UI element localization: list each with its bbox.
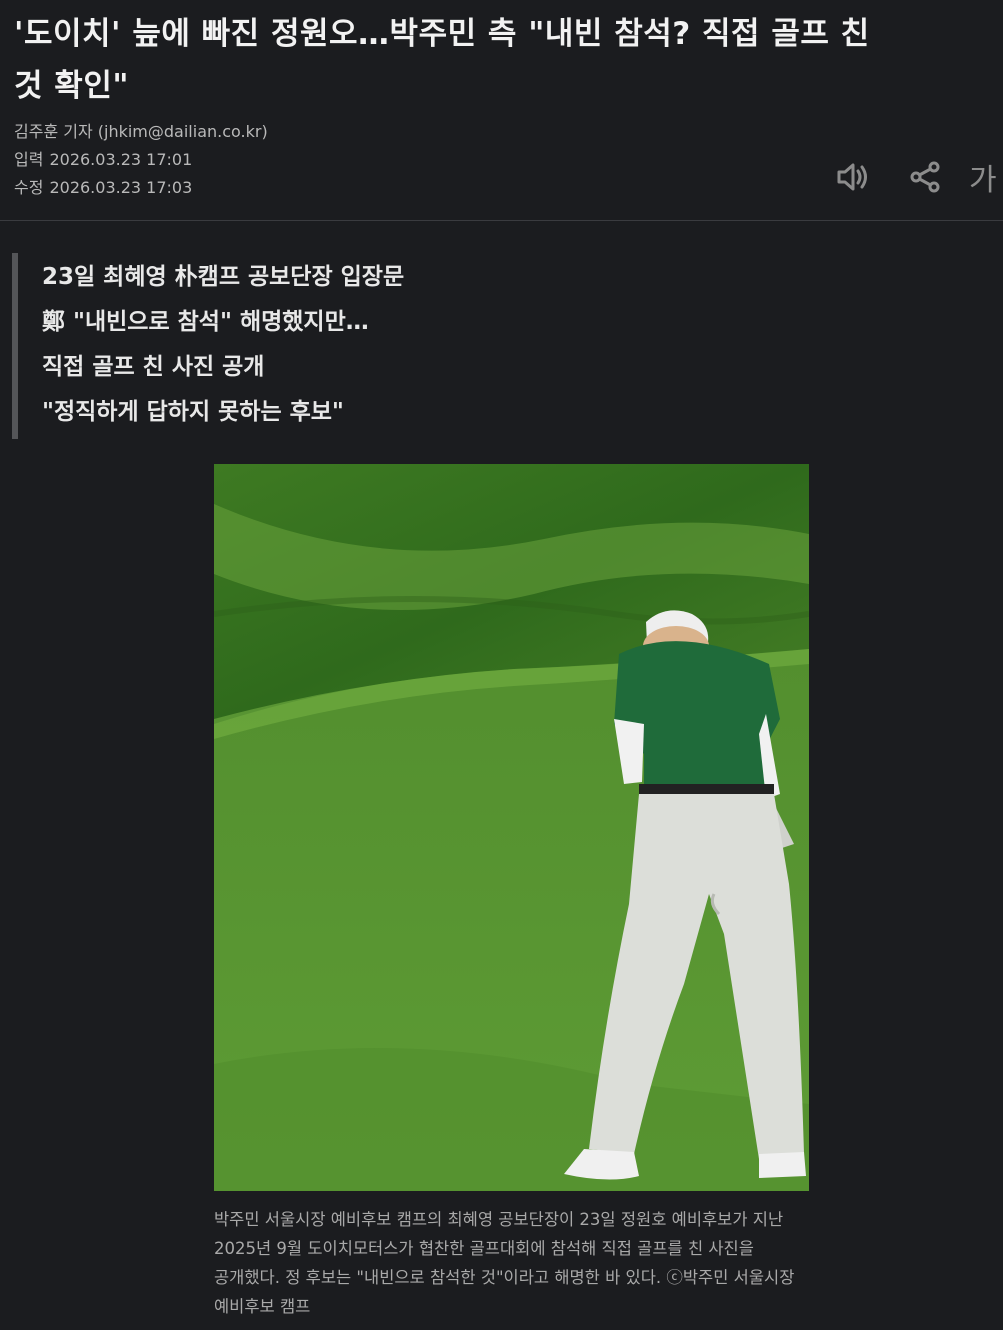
- article-meta: 김주훈 기자 (jhkim@dailian.co.kr) 입력 2026.03.2…: [14, 118, 268, 202]
- published-label: 입력: [14, 150, 44, 169]
- modified-date: 수정 2026.03.23 17:03: [14, 174, 268, 202]
- article-toolbar: 가: [803, 155, 1003, 199]
- share-button[interactable]: [903, 155, 947, 199]
- article-summary: 23일 최혜영 朴캠프 공보단장 입장문 鄭 "내빈으로 참석" 해명했지만… …: [12, 253, 712, 439]
- share-icon: [910, 161, 940, 193]
- modified-value: 2026.03.23 17:03: [49, 178, 193, 197]
- summary-line-3: 직접 골프 친 사진 공개: [42, 354, 265, 380]
- article-headline: '도이치' 늪에 빠진 정원오…박주민 측 "내빈 참석? 직접 골프 친 것 …: [14, 8, 1003, 112]
- font-size-button[interactable]: 가: [969, 155, 1003, 199]
- golfer-photo-illustration: [214, 464, 809, 1191]
- headline-line-1: '도이치' 늪에 빠진 정원오…박주민 측 "내빈 참석? 직접 골프 친: [14, 16, 870, 52]
- summary-line-2: 鄭 "내빈으로 참석" 해명했지만…: [42, 309, 369, 335]
- published-value: 2026.03.23 17:01: [49, 150, 193, 169]
- reporter-byline: 김주훈 기자 (jhkim@dailian.co.kr): [14, 122, 268, 141]
- summary-line-1: 23일 최혜영 朴캠프 공보단장 입장문: [42, 264, 405, 290]
- photo-caption: 박주민 서울시장 예비후보 캠프의 최혜영 공보단장이 23일 정원호 예비후보…: [214, 1210, 795, 1316]
- headline-line-2: 것 확인": [14, 68, 130, 104]
- speaker-icon: [837, 163, 867, 191]
- modified-label: 수정: [14, 178, 44, 197]
- article-photo: [214, 464, 809, 1191]
- published-date: 입력 2026.03.23 17:01: [14, 146, 268, 174]
- header-divider: [0, 220, 1003, 221]
- speaker-button[interactable]: [831, 155, 875, 199]
- summary-line-4: "정직하게 답하지 못하는 후보": [42, 399, 344, 425]
